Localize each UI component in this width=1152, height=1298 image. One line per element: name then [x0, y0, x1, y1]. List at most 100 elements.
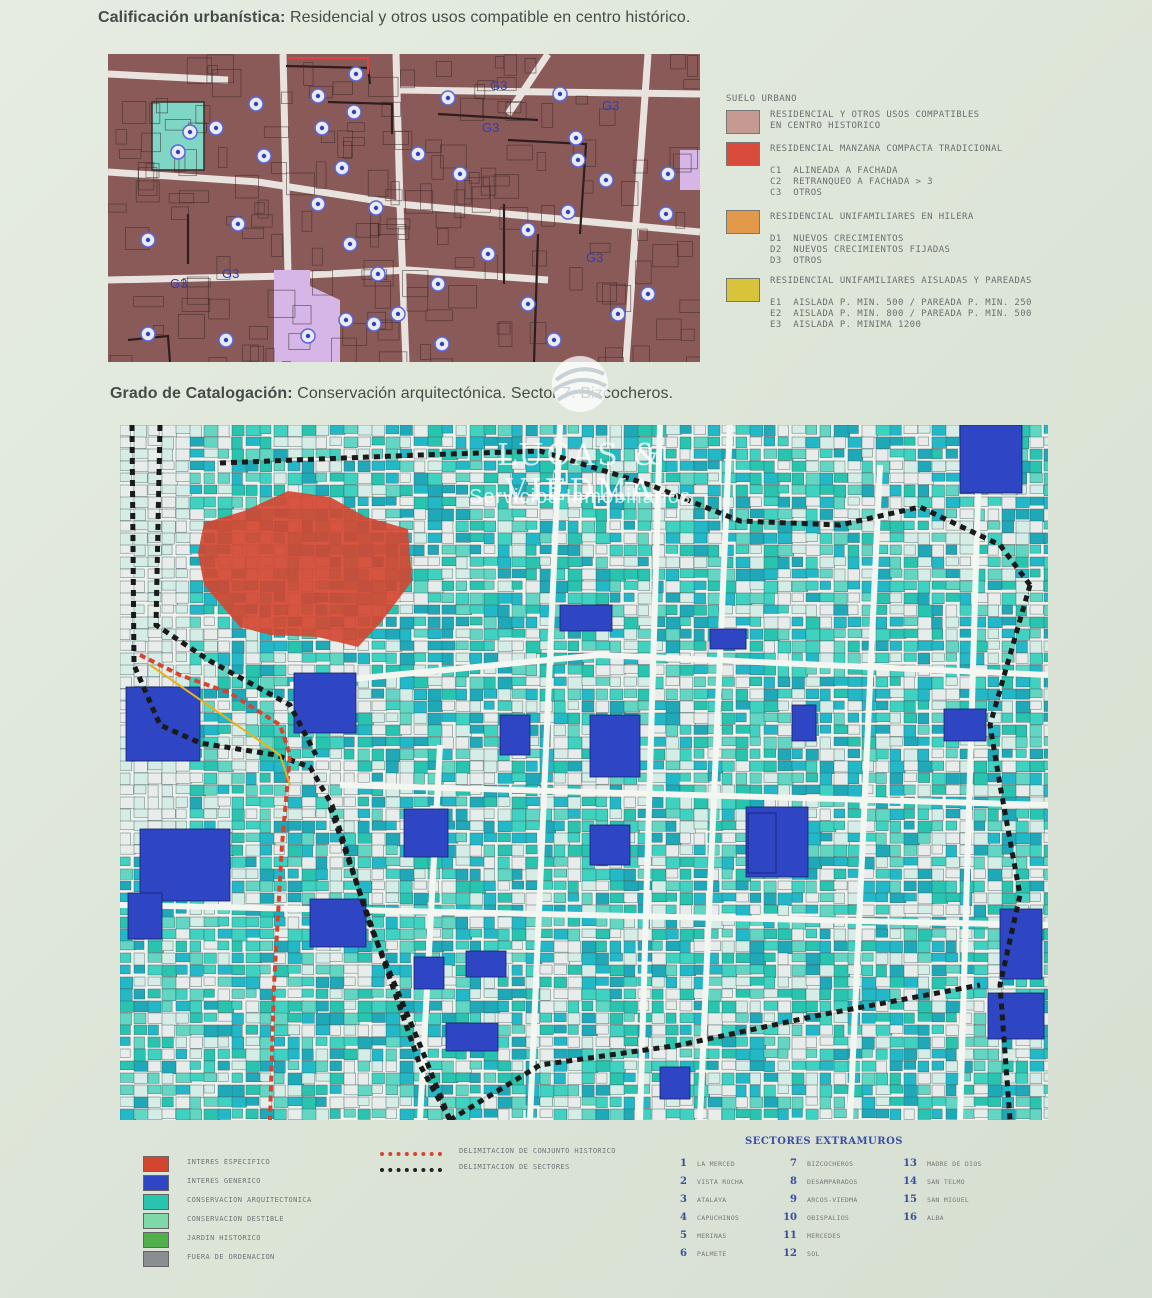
parcel-cell [497, 868, 515, 881]
parcel-cell [511, 556, 527, 568]
parcel-cell [385, 772, 397, 786]
parcel-cell [665, 508, 677, 518]
parcel-cell [861, 1060, 877, 1072]
plot-marker-dot [145, 331, 151, 337]
parcel-cell [917, 904, 933, 915]
parcel-cell [987, 832, 1000, 844]
parcel-cell [749, 712, 766, 726]
parcel-cell [931, 868, 944, 882]
parcel-cell [735, 1108, 750, 1118]
parcel-cell [455, 628, 473, 638]
parcel-cell [903, 964, 919, 978]
parcel-cell [805, 940, 822, 951]
parcel-cell [245, 952, 263, 964]
parcel-cell [973, 748, 989, 758]
parcel-cell [511, 496, 526, 506]
parcel-cell [889, 904, 906, 919]
parcel-cell [791, 484, 806, 495]
parcel-cell [917, 736, 930, 746]
plot-marker-dot [615, 311, 621, 317]
parcel-cell [889, 772, 903, 785]
parcel-cell [161, 940, 174, 951]
parcel-cell [693, 832, 706, 846]
parcel-cell [189, 1096, 201, 1110]
parcel-cell [385, 856, 401, 866]
parcel-cell [371, 700, 388, 711]
parcel-cell [637, 592, 654, 605]
parcel-cell [707, 1072, 721, 1084]
parcel-cell [120, 832, 131, 846]
parcel-cell [931, 1048, 947, 1059]
parcel-cell [371, 748, 384, 762]
parcel-cell [399, 880, 413, 894]
parcel-cell [777, 1096, 791, 1110]
parcel-cell [161, 592, 178, 606]
parcel-cell [721, 952, 734, 964]
parcel-cell [847, 604, 859, 615]
parcel-cell [819, 976, 833, 990]
parcel-cell [749, 664, 766, 676]
parcel-cell [889, 892, 907, 903]
parcel-cell [903, 844, 918, 856]
parcel-cell [819, 1108, 833, 1119]
parcel-cell [343, 1048, 358, 1061]
parcel-cell [1043, 1072, 1048, 1082]
parcel-cell [203, 508, 217, 518]
parcel-cell [1029, 496, 1045, 506]
parcel-cell [931, 700, 948, 710]
parcel-cell [147, 988, 161, 999]
parcel-cell [623, 664, 640, 674]
parcel-cell [749, 952, 766, 966]
parcel-cell [777, 448, 794, 461]
parcel-cell [1001, 880, 1014, 893]
parcel-cell [343, 1000, 357, 1010]
parcel-cell [343, 1036, 358, 1046]
parcel-cell [259, 940, 273, 951]
parcel-cell [245, 436, 261, 446]
parcel-cell [917, 1084, 931, 1095]
parcel-cell [875, 832, 887, 847]
parcel-cell [120, 676, 132, 689]
sector-number: 6 [680, 1248, 687, 1259]
parcel-cell [399, 604, 413, 615]
parcel-cell [469, 916, 485, 928]
parcel-cell [945, 425, 960, 438]
parcel-cell [903, 748, 918, 762]
parcel-cell [441, 568, 453, 579]
parcel-cell [259, 844, 272, 856]
parcel-cell [693, 472, 709, 485]
parcel-cell [581, 928, 598, 938]
parcel-cell [357, 856, 371, 868]
parcel-cell [973, 1084, 989, 1095]
parcel-cell [931, 820, 944, 832]
parcel-cell [539, 952, 554, 963]
parcel-cell [385, 688, 401, 701]
parcel-cell [595, 425, 608, 436]
parcel-cell [469, 676, 485, 690]
parcel-cell [203, 604, 215, 615]
parcel-cell [679, 808, 696, 821]
parcel-cell [301, 460, 315, 475]
parcel-cell [133, 460, 151, 472]
parcel-cell [427, 460, 444, 471]
parcel-cell [623, 496, 637, 509]
parcel-cell [903, 676, 915, 690]
parcel-cell [567, 472, 583, 484]
parcel-cell [441, 712, 457, 722]
parcel-cell [595, 988, 612, 1002]
parcel-cell [469, 856, 485, 867]
parcel-cell [637, 580, 650, 591]
parcel-cell [847, 772, 859, 784]
parcel-cell [427, 1024, 441, 1038]
parcel-cell [1043, 472, 1048, 485]
parcel-cell [231, 1060, 248, 1070]
parcel-cell [917, 688, 930, 702]
plot-marker-dot [315, 201, 321, 207]
parcel-cell [189, 664, 202, 676]
parcel-cell [1015, 496, 1030, 508]
parcel-cell [469, 820, 484, 831]
parcel-cell [749, 1084, 761, 1098]
parcel-cell [735, 1000, 748, 1014]
parcel-cell [987, 892, 1003, 906]
plot-marker-dot [525, 227, 531, 233]
